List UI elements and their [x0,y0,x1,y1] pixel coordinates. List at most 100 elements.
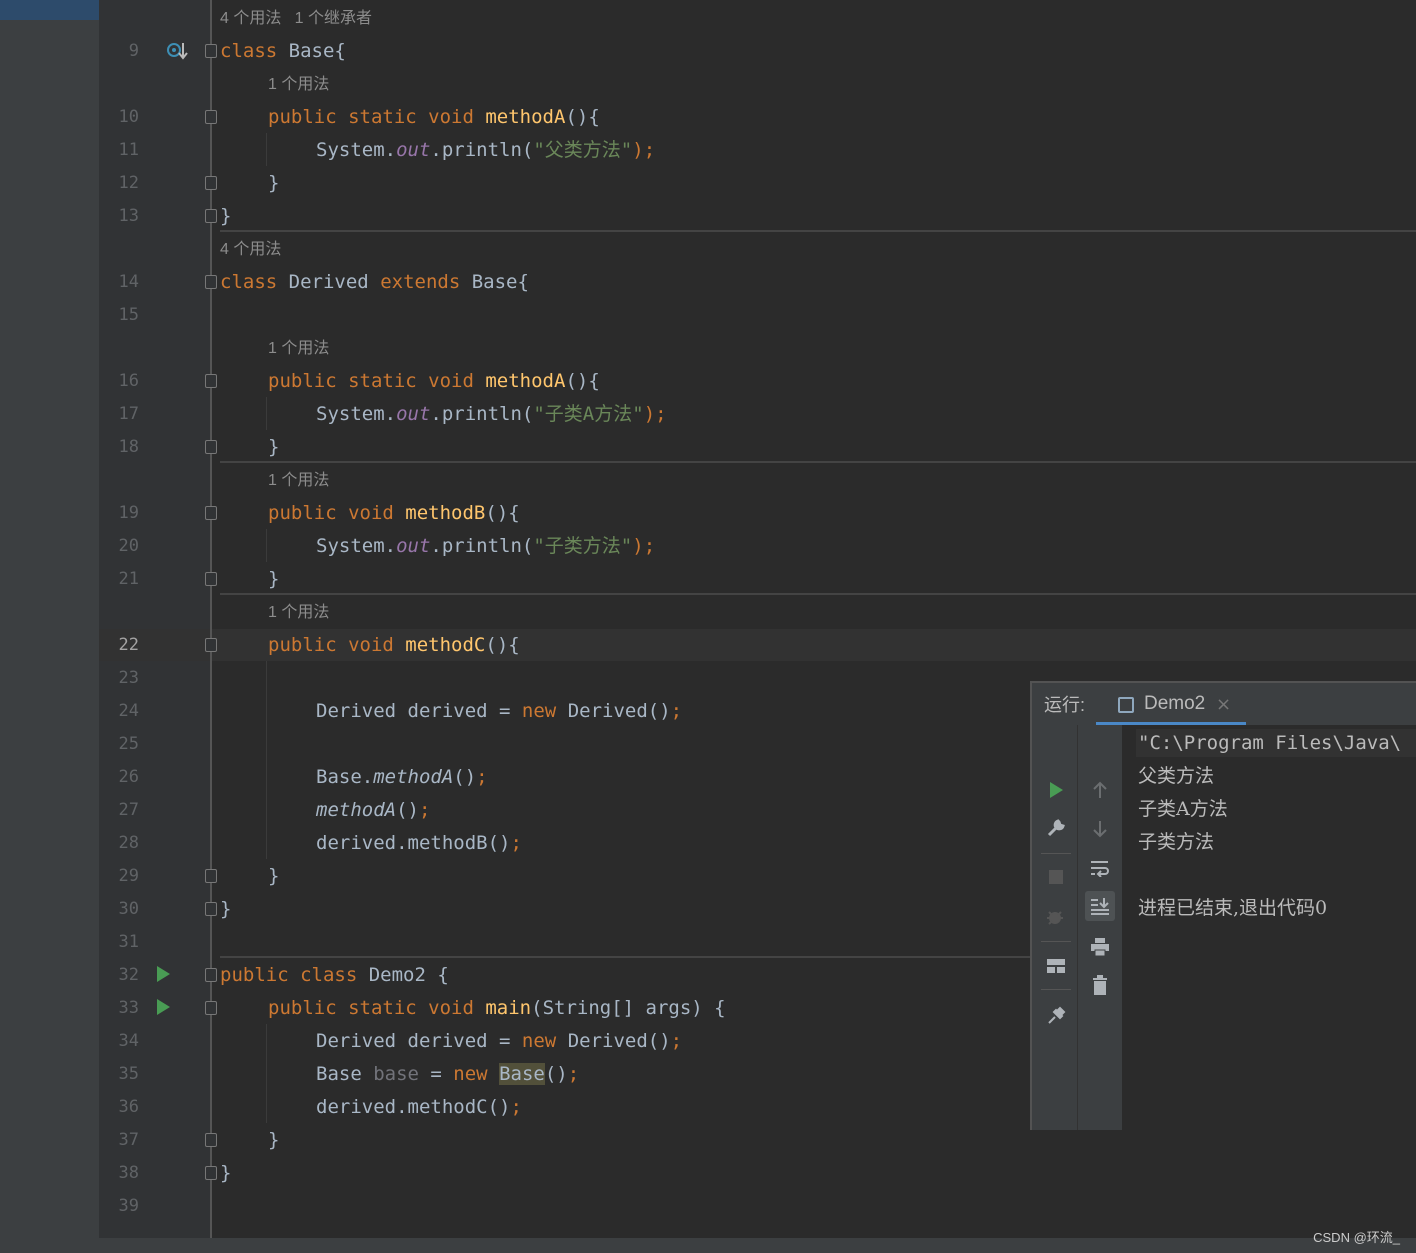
wrench-icon[interactable] [1041,813,1071,843]
layout-icon[interactable] [1041,951,1071,981]
code-line-28[interactable]: derived.methodB(); [316,827,522,860]
keyword: new [521,1030,557,1052]
code-text: Derived derived = [316,700,522,722]
punctuation: ); [632,139,656,161]
scroll-to-end-icon[interactable] [1085,891,1115,921]
code-line-30[interactable]: } [220,893,231,926]
fold-marker-icon[interactable] [205,1166,217,1180]
line-number: 32 [118,965,139,985]
code-text: Derived() [567,700,671,722]
run-toolbar-left [1032,725,1078,1130]
usage-hint[interactable]: 1 个用法 [268,332,329,365]
debug-icon[interactable] [1041,902,1071,932]
overridden-method-icon[interactable] [166,41,188,61]
code-line-38[interactable]: } [220,1157,231,1190]
keyword: new [453,1063,488,1085]
static-method-call: methodA [373,766,454,788]
line-number: 38 [118,1163,139,1183]
code-line-27[interactable]: methodA(); [316,794,430,827]
line-number: 13 [118,206,139,226]
code-text: Derived [288,271,369,293]
method-separator [220,593,1416,595]
code-line-37[interactable]: } [268,1124,279,1157]
code-text: Derived() [567,1030,671,1052]
code-line-16[interactable]: public static void methodA(){ [268,365,600,398]
code-text: () [453,766,477,788]
fold-marker-icon[interactable] [205,638,217,652]
code-line-36[interactable]: derived.methodC(); [316,1091,522,1124]
code-line-24[interactable]: Derived derived = new Derived(); [316,695,682,728]
usage-hint[interactable]: 1 个用法 [268,68,329,101]
print-icon[interactable] [1085,932,1115,962]
keyword: public static void [268,106,474,128]
fold-marker-icon[interactable] [205,44,217,58]
code-line-21[interactable]: } [268,563,279,596]
line-number: 21 [118,569,139,589]
code-line-29[interactable]: } [268,860,279,893]
rerun-icon[interactable] [1041,775,1071,805]
console-output[interactable]: "C:\Program Files\Java\ 父类方法 子类A方法 子类方法 … [1122,725,1416,1130]
unused-variable: base [373,1063,419,1085]
keyword: public void [268,634,394,656]
soft-wrap-icon[interactable] [1085,853,1115,883]
code-line-19[interactable]: public void methodB(){ [268,497,520,530]
code-line-18[interactable]: } [268,431,279,464]
stop-icon[interactable] [1041,862,1071,892]
code-line-22[interactable]: public void methodC(){ [268,629,520,662]
code-line-17[interactable]: System.out.println("子类A方法"); [316,398,667,431]
code-line-10[interactable]: public static void methodA(){ [268,101,600,134]
usage-hint[interactable]: 4 个用法 1 个继承者 [220,2,372,35]
run-class-icon[interactable] [157,966,170,982]
code-line-13[interactable]: } [220,200,231,233]
usage-hint[interactable]: 1 个用法 [268,464,329,497]
code-text: System. [316,403,397,425]
run-tab-demo2[interactable]: Demo2 [1144,693,1205,715]
code-line-9[interactable]: class Base{ [220,35,346,68]
trash-icon[interactable] [1085,970,1115,1000]
usage-hint[interactable]: 4 个用法 [220,233,281,266]
line-number: 12 [118,173,139,193]
code-line-11[interactable]: System.out.println("父类方法"); [316,134,655,167]
fold-marker-icon[interactable] [205,374,217,388]
code-text: derived.methodC() [316,1096,511,1118]
code-line-20[interactable]: System.out.println("子类方法"); [316,530,655,563]
pin-icon[interactable] [1041,1001,1071,1031]
code-line-14[interactable]: class Derived extends Base{ [220,266,529,299]
code-line-12[interactable]: } [268,167,279,200]
keyword: public static void [268,370,474,392]
fold-marker-icon[interactable] [205,440,217,454]
run-main-icon[interactable] [157,999,170,1015]
console-line: 进程已结束,退出代码0 [1138,897,1328,919]
method-name: methodA [485,106,566,128]
line-number: 25 [118,734,139,754]
keyword: new [521,700,557,722]
code-line-33[interactable]: public static void main(String[] args) { [268,992,726,1025]
arrow-down-icon[interactable] [1085,814,1115,844]
code-line-32[interactable]: public class Demo2 { [220,959,449,992]
fold-marker-icon[interactable] [205,968,217,982]
fold-marker-icon[interactable] [205,110,217,124]
line-number: 22 [118,635,139,655]
keyword: public class [220,964,358,986]
fold-marker-icon[interactable] [205,1133,217,1147]
sidebar-selection[interactable] [0,0,99,20]
fold-marker-icon[interactable] [205,275,217,289]
code-text: } [220,205,232,227]
close-tab-icon[interactable]: × [1216,694,1231,715]
fold-marker-icon[interactable] [205,176,217,190]
fold-marker-icon[interactable] [205,869,217,883]
arrow-up-icon[interactable] [1085,775,1115,805]
code-line-26[interactable]: Base.methodA(); [316,761,488,794]
code-text: (){ [485,502,520,524]
fold-marker-icon[interactable] [205,902,217,916]
fold-marker-icon[interactable] [205,1001,217,1015]
code-text: Demo2 { [368,964,449,986]
code-line-34[interactable]: Derived derived = new Derived(); [316,1025,682,1058]
code-text: (){ [565,106,600,128]
punctuation: ; [510,832,522,854]
fold-marker-icon[interactable] [205,209,217,223]
usage-hint[interactable]: 1 个用法 [268,596,329,629]
code-line-35[interactable]: Base base = new Base(); [316,1058,579,1091]
fold-marker-icon[interactable] [205,506,217,520]
fold-marker-icon[interactable] [205,572,217,586]
